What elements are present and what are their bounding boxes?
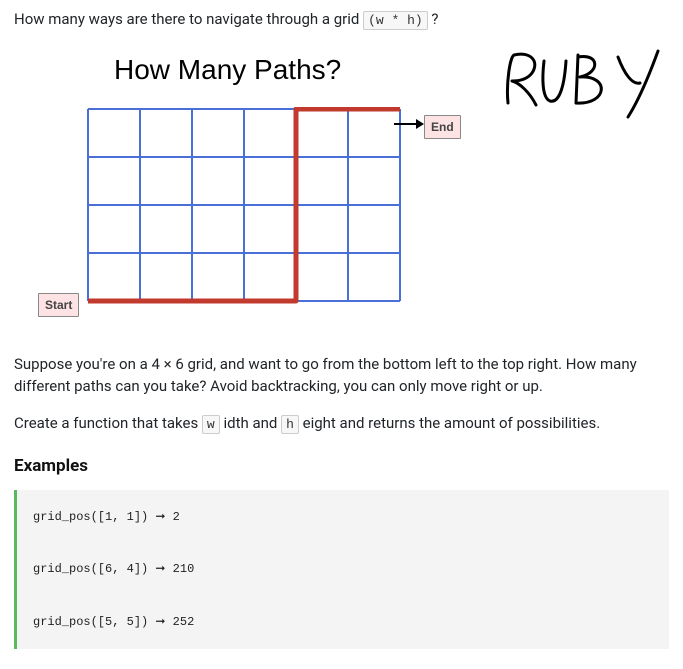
ruby-handwriting	[500, 43, 675, 123]
description-paragraph: Suppose you're on a 4 × 6 grid, and want…	[14, 353, 669, 398]
task-mid2: eight and returns the amount of possibil…	[303, 414, 601, 432]
examples-heading: Examples	[14, 454, 669, 480]
intro-paragraph: How many ways are there to navigate thro…	[14, 8, 669, 31]
task-paragraph: Create a function that takes w idth and …	[14, 412, 669, 435]
end-arrow-icon	[394, 117, 424, 131]
grid-stage: Start End	[24, 45, 484, 335]
intro-suffix: ?	[431, 10, 438, 28]
end-label: End	[424, 115, 461, 139]
start-label: Start	[38, 293, 79, 317]
examples-code-block: grid_pos([1, 1]) ➞ 2 grid_pos([6, 4]) ➞ …	[14, 490, 669, 650]
figure-container: How Many Paths?	[14, 45, 669, 335]
task-mid1: idth and	[223, 414, 281, 432]
inline-code-wh: (w * h)	[363, 11, 428, 30]
inline-code-h: h	[281, 415, 299, 434]
intro-text: How many ways are there to navigate thro…	[14, 10, 363, 28]
task-prefix: Create a function that takes	[14, 414, 202, 432]
inline-code-w: w	[202, 415, 220, 434]
grid-svg	[74, 107, 414, 313]
